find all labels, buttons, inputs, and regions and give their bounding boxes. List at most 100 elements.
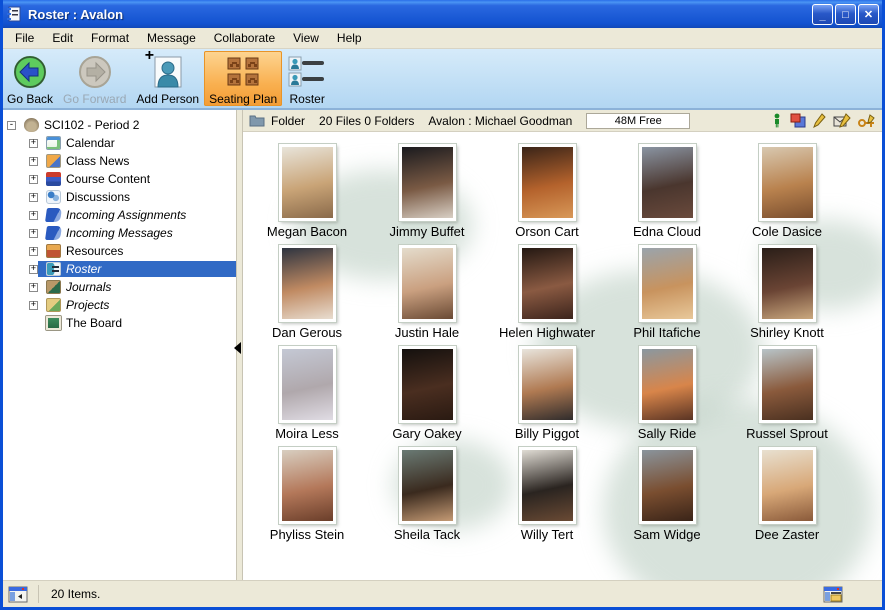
- expand-icon[interactable]: +: [29, 193, 38, 202]
- expand-icon[interactable]: +: [29, 229, 38, 238]
- collapse-icon[interactable]: -: [7, 121, 16, 130]
- sidebar-root[interactable]: - SCI102 - Period 2: [3, 116, 236, 134]
- student-card[interactable]: Moira Less: [247, 346, 367, 447]
- student-card[interactable]: Sam Widge: [607, 447, 727, 548]
- student-photo[interactable]: [519, 144, 576, 221]
- minimize-button[interactable]: _: [812, 4, 833, 25]
- sidebar-item[interactable]: + Journals: [3, 278, 236, 296]
- copy-icon[interactable]: [790, 113, 806, 128]
- sidebar-item[interactable]: + Course Content: [3, 170, 236, 188]
- pane-splitter[interactable]: [236, 110, 243, 580]
- student-photo[interactable]: [759, 346, 816, 423]
- student-card[interactable]: Gary Oakey: [367, 346, 487, 447]
- go-back-button[interactable]: Go Back: [2, 51, 58, 106]
- menu-item[interactable]: Collaborate: [205, 29, 284, 47]
- roster-item-icon: [46, 262, 61, 276]
- student-name: Dan Gerous: [272, 325, 342, 340]
- student-card[interactable]: Edna Cloud: [607, 144, 727, 245]
- menu-item[interactable]: Message: [138, 29, 205, 47]
- close-button[interactable]: ✕: [858, 4, 879, 25]
- expand-icon[interactable]: +: [29, 283, 38, 292]
- student-photo[interactable]: [399, 447, 456, 524]
- student-card[interactable]: Phil Itafiche: [607, 245, 727, 346]
- student-photo[interactable]: [399, 144, 456, 221]
- student-photo[interactable]: [759, 245, 816, 322]
- student-name: Justin Hale: [395, 325, 459, 340]
- toggle-tree-pane-icon[interactable]: [8, 586, 28, 603]
- student-card[interactable]: Willy Tert: [487, 447, 607, 548]
- student-photo[interactable]: [399, 346, 456, 423]
- sidebar-item[interactable]: + Class News: [3, 152, 236, 170]
- files-count: 20 Files 0 Folders: [319, 114, 414, 128]
- folder-info-bar: Folder 20 Files 0 Folders Avalon : Micha…: [243, 110, 882, 132]
- student-card[interactable]: Dee Zaster: [727, 447, 847, 548]
- student-photo[interactable]: [519, 245, 576, 322]
- expand-icon[interactable]: +: [29, 247, 38, 256]
- menu-item[interactable]: Format: [82, 29, 138, 47]
- student-photo[interactable]: [519, 346, 576, 423]
- sidebar-item[interactable]: + Discussions: [3, 188, 236, 206]
- student-photo[interactable]: [639, 144, 696, 221]
- student-photo[interactable]: [639, 346, 696, 423]
- sidebar-item[interactable]: + Roster: [3, 260, 236, 278]
- class-news-icon: [46, 154, 61, 168]
- go-forward-icon: [77, 53, 113, 91]
- go-forward-button[interactable]: Go Forward: [58, 51, 131, 106]
- toggle-detail-pane-icon[interactable]: [823, 586, 843, 603]
- person-status-icon[interactable]: [771, 113, 783, 128]
- student-card[interactable]: Jimmy Buffet: [367, 144, 487, 245]
- sidebar-item[interactable]: + Incoming Assignments: [3, 206, 236, 224]
- seating-plan-button[interactable]: Seating Plan: [204, 51, 282, 106]
- student-card[interactable]: Sally Ride: [607, 346, 727, 447]
- student-card[interactable]: Shirley Knott: [727, 245, 847, 346]
- sidebar-item[interactable]: + Projects: [3, 296, 236, 314]
- sidebar-item[interactable]: + Calendar: [3, 134, 236, 152]
- student-photo[interactable]: [639, 245, 696, 322]
- student-photo[interactable]: [519, 447, 576, 524]
- add-person-button[interactable]: + Add Person: [131, 51, 204, 106]
- menu-item[interactable]: Edit: [43, 29, 82, 47]
- expand-icon[interactable]: +: [29, 211, 38, 220]
- sidebar-item[interactable]: The Board: [3, 314, 236, 332]
- student-card[interactable]: Cole Dasice: [727, 144, 847, 245]
- expand-icon[interactable]: +: [29, 157, 38, 166]
- student-photo[interactable]: [759, 144, 816, 221]
- menu-item[interactable]: File: [6, 29, 43, 47]
- menu-item[interactable]: Help: [328, 29, 371, 47]
- student-photo[interactable]: [279, 144, 336, 221]
- student-card[interactable]: Helen Highwater: [487, 245, 607, 346]
- sidebar-item[interactable]: + Resources: [3, 242, 236, 260]
- sidebar-item[interactable]: + Incoming Messages: [3, 224, 236, 242]
- expand-icon[interactable]: +: [29, 175, 38, 184]
- compose-mail-icon[interactable]: [833, 113, 851, 128]
- sidebar-item-label: Calendar: [66, 136, 115, 150]
- student-card[interactable]: Orson Cart: [487, 144, 607, 245]
- key-icon[interactable]: [858, 114, 876, 128]
- pencil-icon[interactable]: [813, 113, 826, 128]
- title-bar: Roster : Avalon _ □ ✕: [0, 0, 885, 28]
- student-photo[interactable]: [759, 447, 816, 524]
- student-photo[interactable]: [279, 245, 336, 322]
- student-photo[interactable]: [279, 346, 336, 423]
- menu-item[interactable]: View: [284, 29, 328, 47]
- student-photo[interactable]: [279, 447, 336, 524]
- maximize-button[interactable]: □: [835, 4, 856, 25]
- student-photo[interactable]: [639, 447, 696, 524]
- student-card[interactable]: Dan Gerous: [247, 245, 367, 346]
- student-card[interactable]: Billy Piggot: [487, 346, 607, 447]
- student-card[interactable]: Justin Hale: [367, 245, 487, 346]
- student-card[interactable]: Russel Sprout: [727, 346, 847, 447]
- expand-icon[interactable]: +: [29, 301, 38, 310]
- window-title: Roster : Avalon: [28, 7, 123, 22]
- student-card[interactable]: Megan Bacon: [247, 144, 367, 245]
- expand-icon[interactable]: +: [29, 139, 38, 148]
- collapse-pane-icon[interactable]: [234, 342, 241, 354]
- roster-button[interactable]: Roster: [282, 51, 332, 106]
- item-count: 20 Items.: [51, 587, 100, 601]
- expand-icon[interactable]: +: [29, 265, 38, 274]
- student-photo[interactable]: [399, 245, 456, 322]
- student-name: Helen Highwater: [499, 325, 595, 340]
- student-card[interactable]: Phyliss Stein: [247, 447, 367, 548]
- student-card[interactable]: Sheila Tack: [367, 447, 487, 548]
- status-bar: 20 Items.: [0, 580, 885, 607]
